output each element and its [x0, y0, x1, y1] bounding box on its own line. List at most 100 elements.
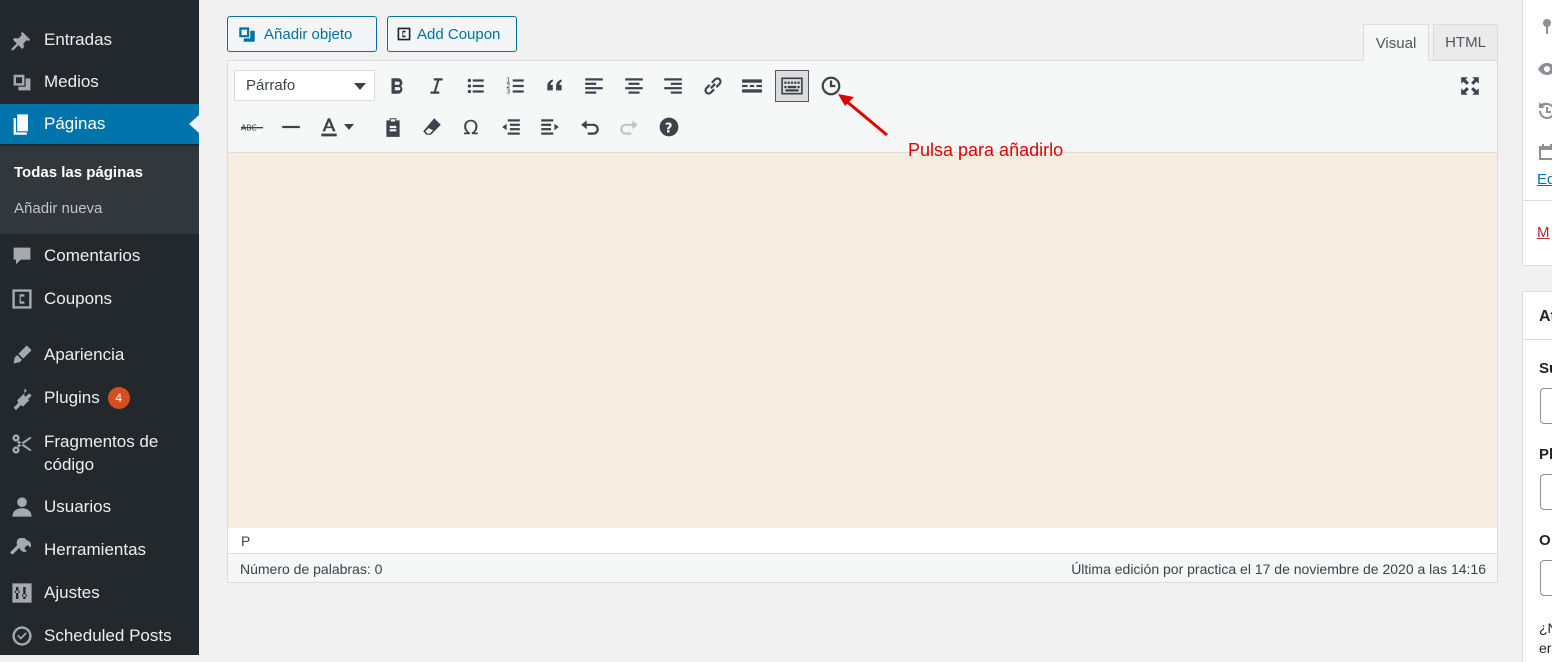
link-icon: [704, 77, 722, 95]
horizontal-line-icon: [282, 125, 300, 129]
blockquote-icon: [547, 79, 562, 91]
add-coupon-label: Add Coupon: [417, 25, 501, 43]
sidebar-item-label: Entradas: [44, 30, 113, 49]
sidebar-item-label: Fragmentos de: [44, 432, 159, 451]
template-select[interactable]: [1540, 474, 1552, 510]
help-icon: ?: [659, 117, 679, 137]
sidebar-item-label: Apariencia: [44, 345, 125, 364]
sidebar-item-label: Páginas: [44, 114, 106, 133]
sidebar-item-label: Comentarios: [44, 246, 141, 265]
add-coupon-button[interactable]: Add Coupon: [387, 16, 517, 52]
edit-date-link[interactable]: Ed: [1537, 171, 1552, 188]
word-count: Número de palabras: 0: [240, 561, 383, 577]
submenu-add-new[interactable]: Añadir nueva: [14, 200, 102, 217]
last-edit-info: Última edición por practica el 17 de nov…: [1071, 561, 1486, 577]
user-icon: [0, 495, 44, 519]
svg-text:Ω: Ω: [463, 117, 478, 138]
order-input[interactable]: [1540, 560, 1552, 596]
coupon-icon: [397, 27, 411, 41]
paste-text-icon: [386, 118, 400, 137]
sidebar-item-plugins[interactable]: Plugins 4: [0, 378, 199, 418]
sidebar-item-paginas[interactable]: Páginas: [0, 104, 199, 144]
pages-submenu: Todas las páginas Añadir nueva: [0, 146, 199, 234]
strikethrough-button[interactable]: ABC: [236, 111, 268, 143]
sidebar-item-label: Usuarios: [44, 497, 112, 516]
scissors-icon: [0, 430, 44, 456]
comment-icon: [0, 244, 44, 268]
history-icon: [1537, 101, 1552, 126]
sidebar-item-medios[interactable]: Medios: [0, 62, 199, 102]
bold-button[interactable]: [381, 70, 413, 102]
align-center-button[interactable]: [618, 70, 650, 102]
editor-content-area[interactable]: [228, 153, 1497, 528]
indent-button[interactable]: [534, 111, 566, 143]
numbered-list-button[interactable]: 123: [500, 70, 532, 102]
text-color-icon: [321, 118, 337, 137]
outdent-button[interactable]: [495, 111, 527, 143]
sidebar-item-apariencia[interactable]: Apariencia: [0, 335, 199, 375]
fullscreen-icon: [1461, 77, 1479, 95]
clear-formatting-icon: [423, 118, 441, 135]
align-center-icon: [625, 78, 643, 94]
align-right-button[interactable]: [657, 70, 689, 102]
toolbar-toggle-button[interactable]: [775, 70, 809, 102]
sidebar-item-label: Ajustes: [44, 583, 100, 602]
link-button[interactable]: [697, 70, 729, 102]
element-path[interactable]: P: [241, 533, 250, 549]
sidebar-item-coupons[interactable]: Coupons: [0, 279, 199, 319]
move-to-trash-link[interactable]: M: [1537, 224, 1550, 241]
format-select[interactable]: Párrafo: [234, 70, 375, 101]
read-more-button[interactable]: [736, 70, 768, 102]
italic-icon: [430, 78, 443, 94]
blockquote-button[interactable]: [539, 70, 571, 102]
help-text: ¿N: [1539, 620, 1552, 636]
media-icon: [0, 70, 44, 94]
bullet-list-button[interactable]: [460, 70, 492, 102]
parent-select[interactable]: [1540, 388, 1552, 424]
text-color-button[interactable]: [314, 111, 358, 143]
paste-text-button[interactable]: [377, 111, 409, 143]
divider: [1523, 200, 1552, 201]
italic-button[interactable]: [420, 70, 452, 102]
clear-formatting-button[interactable]: [416, 111, 448, 143]
sidebar-item-label-line2: código: [44, 455, 95, 474]
sliders-icon: [0, 581, 44, 605]
sidebar-item-comentarios[interactable]: Comentarios: [0, 236, 199, 276]
align-left-button[interactable]: [578, 70, 610, 102]
fullscreen-button[interactable]: [1454, 70, 1486, 102]
field-label: Pl: [1539, 446, 1552, 463]
sidebar-item-scheduled-posts[interactable]: Scheduled Posts: [0, 616, 199, 656]
undo-button[interactable]: [574, 111, 606, 143]
redo-icon: [620, 120, 638, 135]
sidebar-item-label: Coupons: [44, 289, 113, 308]
publish-box: Ed M: [1522, 0, 1552, 266]
page-attributes-title: At: [1539, 308, 1552, 325]
horizontal-line-button[interactable]: [275, 111, 307, 143]
tab-html[interactable]: HTML: [1433, 24, 1498, 60]
redo-button[interactable]: [613, 111, 645, 143]
admin-sidebar: Entradas Medios Páginas Todas las página…: [0, 0, 199, 655]
help-button[interactable]: ?: [653, 111, 685, 143]
media-icon: [239, 27, 255, 42]
chevron-down-icon: [344, 124, 354, 130]
sidebar-item-herramientas[interactable]: Herramientas: [0, 530, 199, 570]
submenu-all-pages[interactable]: Todas las páginas: [14, 164, 143, 181]
sidebar-item-usuarios[interactable]: Usuarios: [0, 487, 199, 527]
special-character-button[interactable]: Ω: [456, 111, 488, 143]
eye-icon: [1537, 59, 1552, 84]
sidebar-item-label: Scheduled Posts: [44, 626, 172, 645]
tab-visual[interactable]: Visual: [1363, 24, 1429, 61]
special-character-icon: Ω: [463, 117, 478, 138]
sidebar-item-fragmentos[interactable]: Fragmentos de código: [0, 430, 199, 482]
add-object-button[interactable]: Añadir objeto: [227, 16, 377, 52]
sidebar-item-ajustes[interactable]: Ajustes: [0, 573, 199, 613]
editor-status-bar: Número de palabras: 0 Última edición por…: [228, 554, 1497, 582]
svg-text:3: 3: [506, 88, 510, 96]
sidebar-item-entradas[interactable]: Entradas: [0, 20, 199, 60]
pin-icon: [0, 28, 44, 52]
plugin-icon: [0, 386, 44, 410]
element-path-bar: P: [228, 528, 1497, 554]
field-label: O: [1539, 532, 1551, 549]
pages-icon: [0, 112, 44, 136]
bullet-list-icon: [467, 78, 484, 94]
